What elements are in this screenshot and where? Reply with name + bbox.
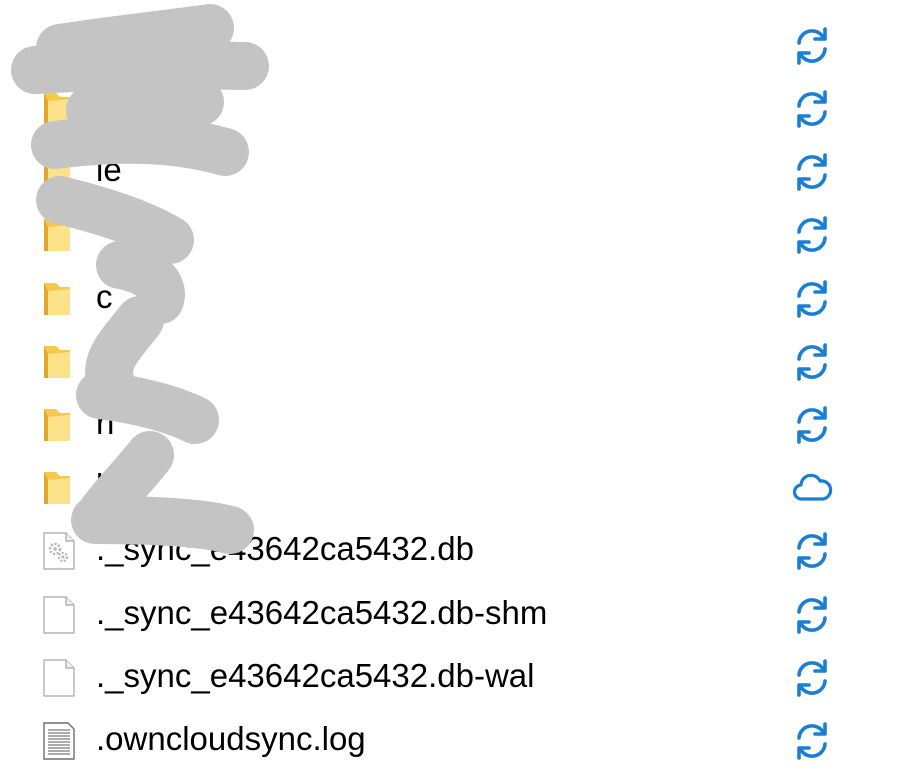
blank-file-icon xyxy=(40,595,80,635)
folder-icon xyxy=(40,89,80,129)
sync-pending-icon xyxy=(790,150,834,194)
sync-pending-icon xyxy=(790,656,834,700)
file-name: .owncloudsync.log xyxy=(96,720,366,757)
file-name: a xyxy=(96,88,115,125)
file-row[interactable] xyxy=(0,14,918,77)
file-row[interactable]: .owncloudsync.log xyxy=(0,709,918,772)
folder-icon xyxy=(40,279,80,319)
sync-pending-icon xyxy=(790,213,834,257)
file-name: ._sync_e43642ca5432.db xyxy=(96,530,474,567)
file-name: ._sync_e43642ca5432.db-shm xyxy=(96,594,548,631)
file-name: ._sync_e43642ca5432.db-wal xyxy=(96,657,535,694)
file-name: ie xyxy=(96,151,122,188)
folder-icon xyxy=(40,215,80,255)
file-row[interactable]: ._sync_e43642ca5432.db-shm xyxy=(0,583,918,646)
sync-pending-icon xyxy=(790,719,834,763)
text-file-icon xyxy=(40,721,80,761)
file-row[interactable]: n xyxy=(0,393,918,456)
cloud-only-icon xyxy=(790,466,834,510)
folder-icon xyxy=(40,468,80,508)
file-name: ss xyxy=(96,341,129,378)
file-row[interactable]: l xyxy=(0,456,918,519)
sync-pending-icon xyxy=(790,403,834,447)
folder-icon xyxy=(40,342,80,382)
file-row[interactable]: c xyxy=(0,267,918,330)
folder-icon xyxy=(40,152,80,192)
sync-pending-icon xyxy=(790,87,834,131)
file-row[interactable] xyxy=(0,203,918,266)
sync-pending-icon xyxy=(790,277,834,321)
settings-file-icon xyxy=(40,531,80,571)
sync-pending-icon xyxy=(790,24,834,68)
sync-pending-icon xyxy=(790,340,834,384)
file-name: n xyxy=(96,404,115,441)
file-row[interactable]: ._sync_e43642ca5432.db xyxy=(0,519,918,582)
blank-file-icon xyxy=(40,658,80,698)
file-row[interactable]: a xyxy=(0,77,918,140)
file-row[interactable]: ss xyxy=(0,330,918,393)
sync-pending-icon xyxy=(790,529,834,573)
file-name: c xyxy=(96,278,113,315)
file-row[interactable]: ._sync_e43642ca5432.db-wal xyxy=(0,646,918,709)
file-name: l xyxy=(96,467,104,504)
folder-icon xyxy=(40,405,80,445)
file-row[interactable]: ie xyxy=(0,140,918,203)
folder-icon xyxy=(40,26,80,66)
sync-pending-icon xyxy=(790,593,834,637)
